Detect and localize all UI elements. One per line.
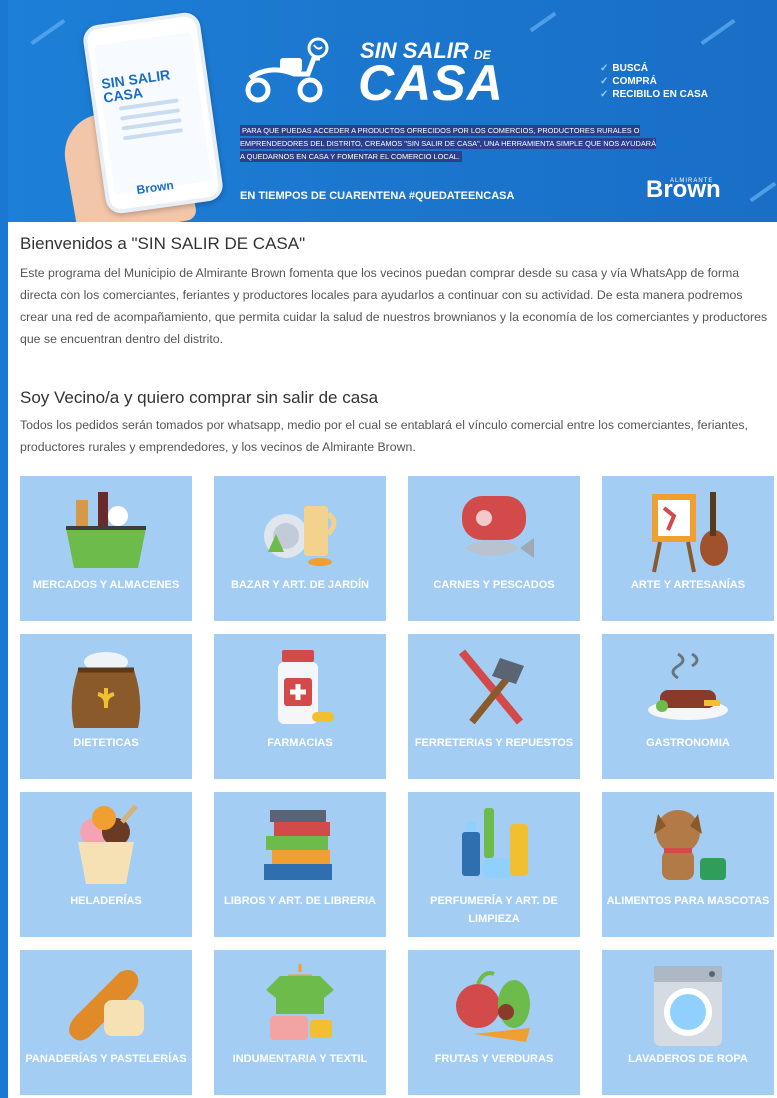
category-label: CARNES Y PESCADOS [433,579,555,591]
category-perfumeria[interactable]: PERFUMERÍA Y ART. DE LIMPIEZA [408,792,580,937]
washing-machine-icon [654,966,722,1046]
check-item: ✓ BUSCÁ [600,63,648,74]
check-icon: ✓ [600,76,609,87]
category-label: LIBROS Y ART. DE LIBRERIA [224,895,376,907]
decor-streak [529,11,557,33]
category-heladerias[interactable]: HELADERÍAS [20,792,192,937]
category-ferreterias[interactable]: FERRETERIAS Y REPUESTOS [408,634,580,779]
decor-streak [30,18,66,46]
medicine-bottle-icon [278,650,334,724]
meat-fish-icon [462,496,534,558]
scooter-icon [245,37,329,103]
category-libros[interactable]: LIBROS Y ART. DE LIBRERIA [214,792,386,937]
checks-list: ✓ BUSCÁ ✓ COMPRÁ ✓ RECIBILO EN CASA [600,62,708,101]
category-label: FERRETERIAS Y REPUESTOS [414,737,574,749]
banner-footer: EN TIEMPOS DE CUARENTENA #QUEDATEENCASA [240,190,515,202]
category-label: PANADERÍAS Y PASTELERÍAS [25,1053,187,1065]
phone-image: SIN SALIR CASA Brown [81,10,225,216]
category-arte[interactable]: ARTE Y ARTESANÍAS [602,476,774,621]
category-label: HELADERÍAS [70,895,142,907]
clothes-icon [266,964,334,1040]
brand-casa: CASA [358,55,504,111]
check-item: ✓ COMPRÁ [600,76,657,87]
bread-icon [69,970,144,1041]
fruits-vegetables-icon [456,971,530,1042]
category-mascotas[interactable]: ALIMENTOS PARA MASCOTAS [602,792,774,937]
check-item: ✓ RECIBILO EN CASA [600,89,708,100]
category-frutas[interactable]: FRUTAS Y VERDURAS [408,950,580,1095]
books-icon [264,810,332,880]
category-label: MERCADOS Y ALMACENES [32,579,180,591]
category-bazar[interactable]: BAZAR Y ART. DE JARDÍN [214,476,386,621]
banner-description: PARA QUE PUEDAS ACCEDER A PRODUCTOS OFRE… [240,125,657,162]
category-label: ARTE Y ARTESANÍAS [630,579,746,591]
category-label: LAVADEROS DE ROPA [628,1053,748,1065]
category-label: GASTRONOMIA [646,737,730,749]
category-farmacias[interactable]: FARMACIAS [214,634,386,779]
hammer-screwdriver-icon [458,649,524,725]
intro-text: Este programa del Municipio de Almirante… [20,266,768,346]
category-label: FARMACIAS [267,737,333,749]
intro-title: Bienvenidos a "SIN SALIR DE CASA" [20,234,306,253]
category-label: DIETETICAS [73,737,139,749]
steak-plate-icon [648,652,728,720]
grain-sack-icon [71,652,141,728]
ice-cream-icon [78,804,138,884]
category-lavaderos[interactable]: LAVADEROS DE ROPA [602,950,774,1095]
section-text: Todos los pedidos serán tomados por what… [20,418,748,454]
category-gastronomia[interactable]: GASTRONOMIA [602,634,774,779]
check-icon: ✓ [600,63,609,74]
category-mercados[interactable]: MERCADOS Y ALMACENES [20,476,192,621]
hero-banner: SIN SALIR CASA Brown SIN SALIR DE CASA ✓… [8,0,777,222]
decor-streak [700,18,736,46]
category-carnes[interactable]: CARNES Y PESCADOS [408,476,580,621]
category-dieteticas[interactable]: DIETETICAS [20,634,192,779]
brown-logo: ALMIRANTE Brown [646,176,721,203]
basket-icon [66,492,146,568]
category-label: ALIMENTOS PARA MASCOTAS [606,895,770,907]
easel-guitar-icon [652,492,728,573]
dishes-icon [264,506,337,566]
category-label: BAZAR Y ART. DE JARDÍN [231,579,369,591]
category-label: FRUTAS Y VERDURAS [434,1053,554,1065]
main-content: Bienvenidos a "SIN SALIR DE CASA" Este p… [8,222,777,1098]
section-title: Soy Vecino/a y quiero comprar sin salir … [20,388,379,407]
category-label: PERFUMERÍA Y ART. DE LIMPIEZA [430,895,558,925]
category-indumentaria[interactable]: INDUMENTARIA Y TEXTIL [214,950,386,1095]
dog-icon [654,810,726,880]
toiletries-icon [462,808,528,878]
check-icon: ✓ [600,89,609,100]
category-label: INDUMENTARIA Y TEXTIL [232,1053,368,1065]
decor-streak [749,181,777,203]
category-panaderias[interactable]: PANADERÍAS Y PASTELERÍAS [20,950,192,1095]
